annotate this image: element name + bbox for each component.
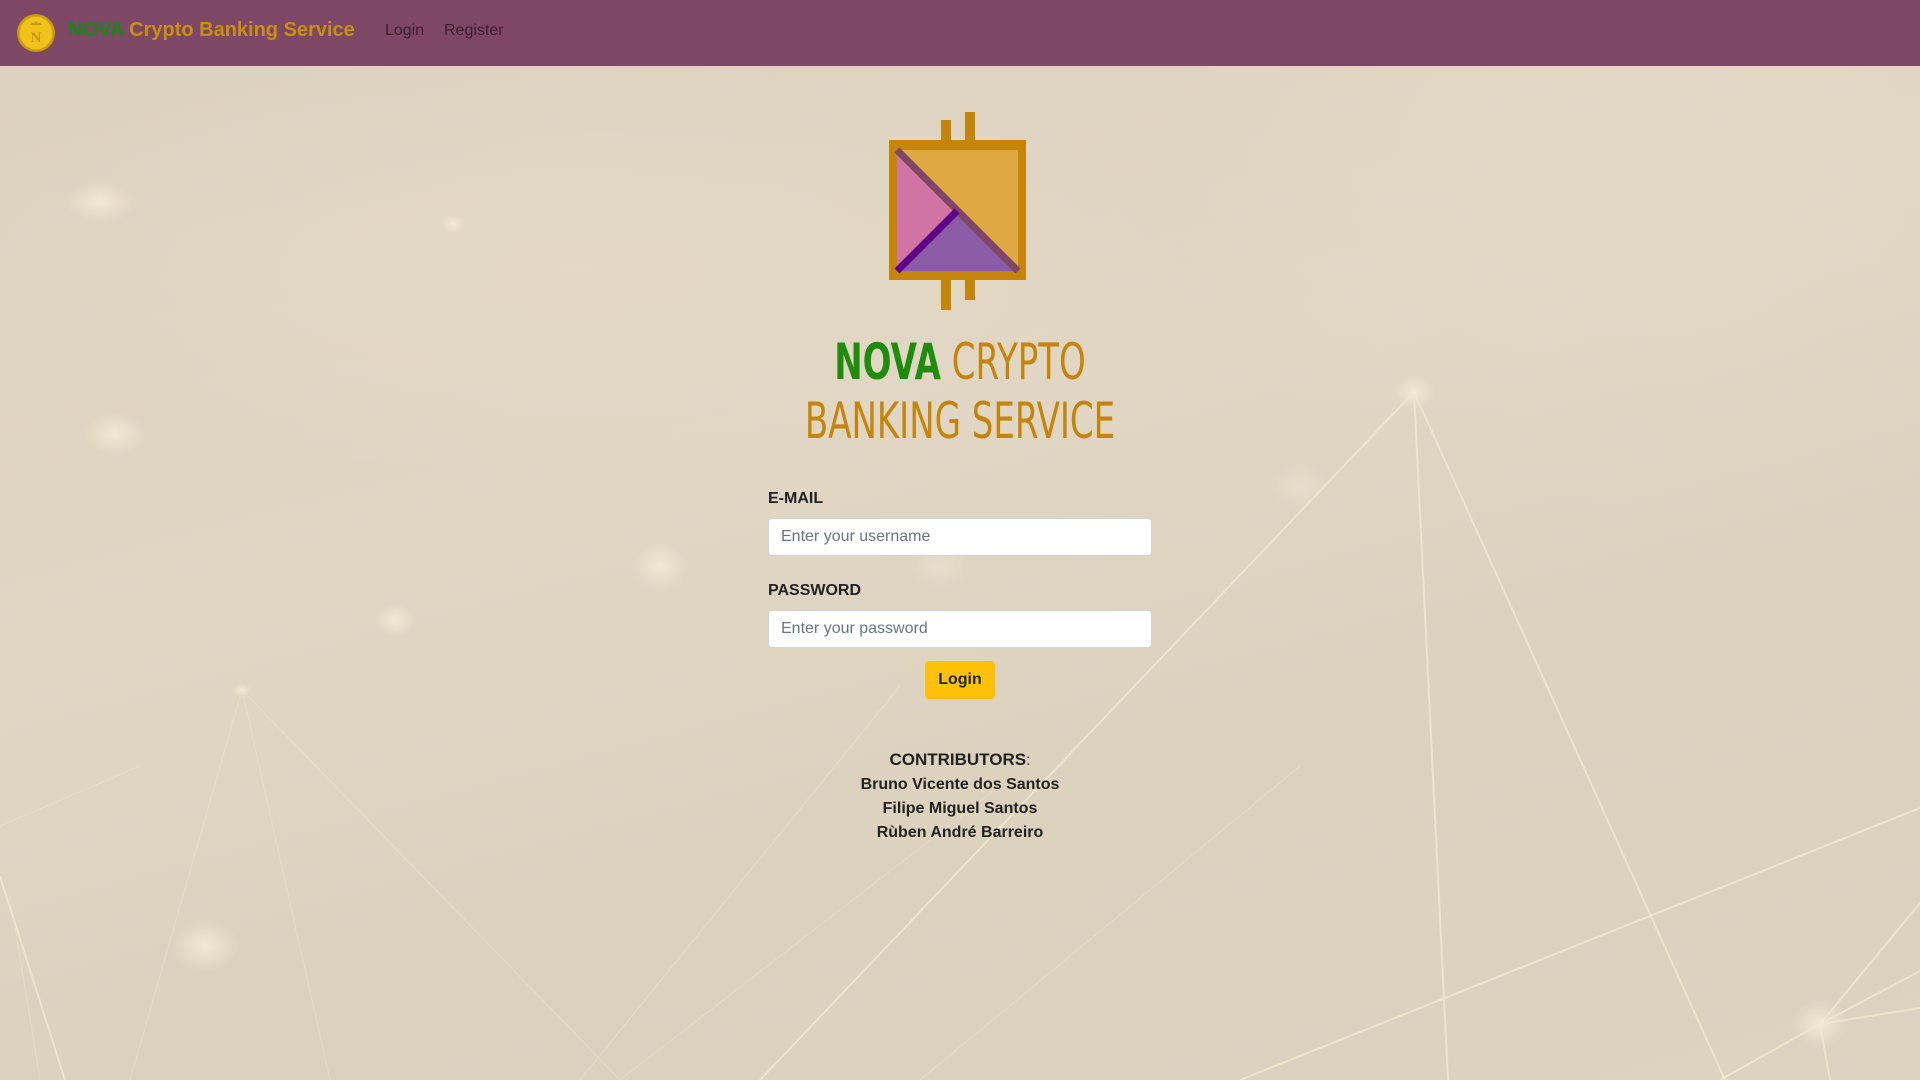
contributors-heading: CONTRIBUTORS [889, 750, 1027, 769]
hero-title-nova: NOVA [834, 333, 941, 391]
email-input[interactable] [768, 518, 1152, 556]
brand-rest: Crypto Banking Service [129, 19, 355, 41]
contributors-section: CONTRIBUTORS: Bruno Vicente dos Santos F… [0, 748, 1920, 845]
email-label: E-MAIL [768, 490, 824, 507]
nova-crypto-logo-icon [889, 112, 1026, 310]
hero-title-line1: NOVA CRYPTO [307, 337, 1613, 387]
nav-login-link[interactable]: Login [385, 22, 424, 40]
hero-title-crypto: CRYPTO [951, 333, 1086, 391]
gold-coin-icon[interactable]: N [16, 13, 56, 53]
login-form: E-MAIL PASSWORD [768, 490, 1152, 648]
svg-text:N: N [31, 30, 42, 46]
contributor-name: Filipe Miguel Santos [882, 800, 1038, 817]
hero-title-banking-service: BANKING SERVICE [804, 392, 1116, 450]
login-button[interactable]: Login [925, 661, 995, 699]
nav-register-link[interactable]: Register [444, 22, 504, 40]
password-input[interactable] [768, 610, 1152, 648]
hero-title-line2: BANKING SERVICE [307, 396, 1613, 446]
contributors-heading-row: CONTRIBUTORS: [0, 748, 1920, 773]
navbar: N NOVA Crypto Banking Service Login Regi… [0, 0, 1920, 66]
brand-link[interactable]: NOVA Crypto Banking Service [68, 19, 355, 42]
contributors-colon: : [1026, 752, 1031, 769]
password-label: PASSWORD [768, 582, 862, 599]
contributor-name: Rùben André Barreiro [876, 824, 1044, 841]
brand-nova: NOVA [68, 19, 124, 41]
contributor-name: Bruno Vicente dos Santos [860, 776, 1060, 793]
